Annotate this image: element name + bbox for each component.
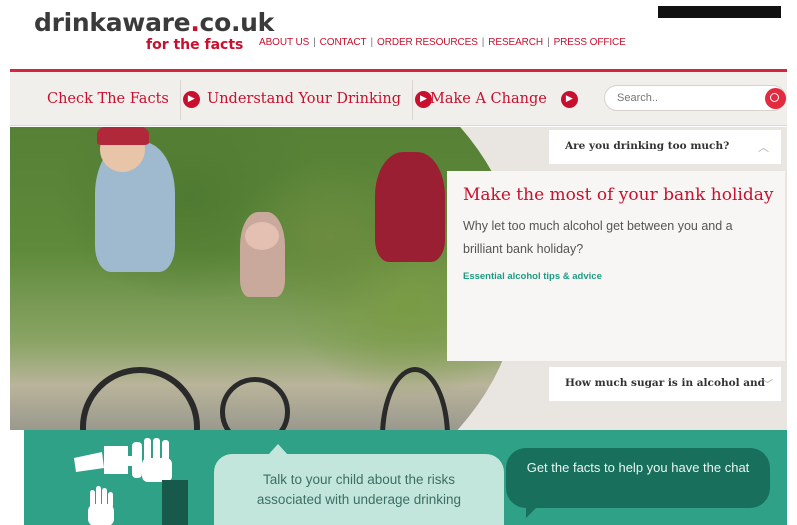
nav-item-label: Check The Facts (47, 91, 169, 107)
hero-photo-family-cycling (10, 127, 520, 430)
speech-bubble-text: Talk to your child about the risks assoc… (256, 472, 462, 507)
bike-wheel (80, 367, 200, 430)
logo-tagline: for the facts (146, 37, 244, 53)
search-input[interactable] (617, 92, 757, 104)
arrow-right-icon: ▶ (560, 90, 578, 108)
arrow-right-icon: ▶ (182, 90, 200, 108)
logo-wordmark: drinkaware.co.uk (34, 8, 274, 37)
search-icon[interactable] (765, 88, 786, 109)
search-box (604, 85, 786, 111)
hand-stop-icon (88, 486, 114, 525)
bike-wheel (220, 377, 290, 430)
link-contact[interactable]: CONTACT (320, 37, 367, 48)
helmet (97, 127, 149, 145)
nav-item-label: Understand Your Drinking (207, 91, 401, 107)
top-links: ABOUT US | CONTACT | ORDER RESOURCES | RESEARC… (259, 37, 626, 48)
underage-drinking-banner[interactable]: Talk to your child about the risks assoc… (24, 430, 787, 525)
nav-divider (180, 80, 181, 120)
bike-wheel (380, 367, 450, 430)
accordion-label: How much sugar is in alcohol and (565, 377, 766, 389)
adult-figure (375, 152, 445, 262)
promo-text: Why let too much alcohol get between you… (463, 219, 733, 256)
nav-make-a-change[interactable]: Make A Change ▶ (430, 72, 578, 126)
accordion-sugar-in-alcohol[interactable]: How much sugar is in alcohol and ﹀ (549, 367, 781, 401)
girl-head (245, 222, 279, 250)
accordion-drinking-too-much[interactable]: Are you drinking too much? ︿ (549, 130, 781, 164)
icon-group (74, 436, 194, 525)
hero-banner: Are you drinking too much? ︿ Make the mo… (10, 127, 787, 430)
link-research[interactable]: RESEARCH (488, 37, 543, 48)
speech-bubble-text: Get the facts to help you have the chat (526, 460, 750, 475)
chevron-down-icon: ﹀ (762, 378, 773, 391)
promo-title: Make the most of your bank holiday (463, 185, 774, 205)
promo-link[interactable]: Essential alcohol tips & advice (463, 271, 602, 282)
accordion-label: Are you drinking too much? (565, 140, 730, 152)
speech-bubble-talk: Talk to your child about the risks assoc… (214, 444, 504, 525)
nav-divider (412, 80, 413, 120)
main-nav: Check The Facts ▶ Understand Your Drinki… (10, 72, 787, 126)
speech-bubble-get-facts[interactable]: Get the facts to help you have the chat (506, 448, 770, 518)
nav-understand-your-drinking[interactable]: Understand Your Drinking ▶ (207, 72, 432, 126)
band-margin (10, 430, 24, 525)
chevron-up-icon: ︿ (758, 141, 769, 154)
logo[interactable]: drinkaware.co.uk for the facts (34, 8, 274, 52)
promo-card: Make the most of your bank holiday Why l… (447, 171, 785, 361)
nav-item-label: Make A Change (430, 91, 547, 107)
link-order-resources[interactable]: ORDER RESOURCES (377, 37, 478, 48)
link-about-us[interactable]: ABOUT US (259, 37, 309, 48)
link-press-office[interactable]: PRESS OFFICE (554, 37, 626, 48)
redaction-bar (658, 6, 781, 18)
nav-check-the-facts[interactable]: Check The Facts ▶ (47, 72, 200, 126)
